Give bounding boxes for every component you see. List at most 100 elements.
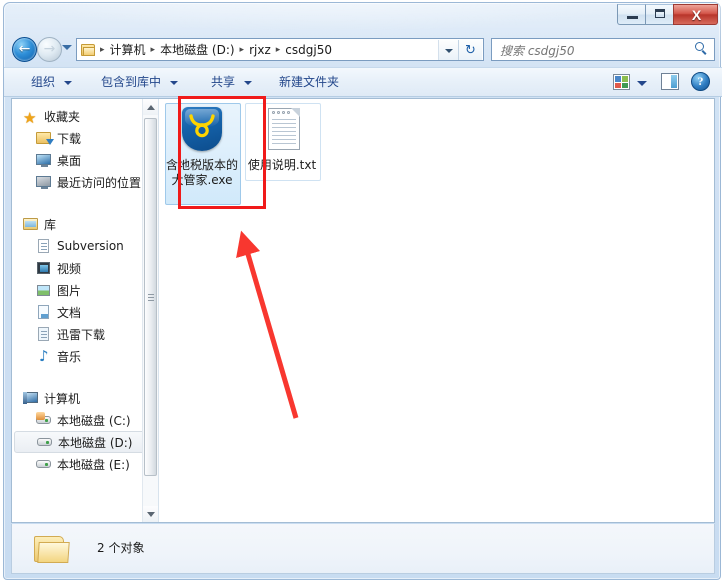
- toolbar-include-label: 包含到库中: [101, 75, 162, 89]
- sidebar-item-documents[interactable]: 文档: [12, 301, 158, 323]
- sidebar-label: 本地磁盘 (D:): [58, 435, 133, 450]
- downloads-folder-icon: [36, 130, 54, 146]
- breadcrumb-item-drive[interactable]: 本地磁盘 (D:): [156, 39, 238, 60]
- sidebar-item-computer[interactable]: 计算机: [12, 387, 158, 409]
- refresh-icon[interactable]: ↻: [458, 40, 482, 60]
- star-icon: ★: [23, 109, 37, 127]
- file-name-label: 使用说明.txt: [247, 158, 317, 172]
- sidebar-label: 收藏夹: [44, 109, 81, 124]
- sidebar-group-favorites: ★ 收藏夹 下载 桌面 最近访问的位置: [12, 105, 158, 193]
- maximize-button[interactable]: [645, 4, 674, 25]
- window-controls: X: [617, 4, 718, 25]
- preview-pane-icon[interactable]: [661, 73, 679, 90]
- search-input[interactable]: [498, 41, 692, 60]
- search-box[interactable]: [491, 38, 715, 61]
- sidebar-label: 文档: [57, 305, 82, 320]
- address-dropdown-icon[interactable]: [438, 40, 458, 60]
- sidebar-item-desktop[interactable]: 桌面: [12, 149, 158, 171]
- breadcrumb-item-computer[interactable]: 计算机: [106, 39, 150, 60]
- forward-arrow-icon: →: [43, 41, 56, 57]
- toolbar-share-label: 共享: [211, 75, 236, 89]
- breadcrumb-item-csdgj50[interactable]: csdgj50: [281, 41, 336, 59]
- address-bar[interactable]: ▸ 计算机 ▸ 本地磁盘 (D:) ▸ rjxz ▸ csdgj50 ↻: [76, 38, 484, 61]
- sidebar-item-downloads[interactable]: 下载: [12, 127, 158, 149]
- chevron-down-icon[interactable]: [637, 81, 647, 86]
- toolbar-include-in-library-button[interactable]: 包含到库中: [94, 68, 185, 96]
- toolbar-new-folder-button[interactable]: 新建文件夹: [272, 68, 346, 96]
- scroll-up-icon[interactable]: [143, 99, 158, 115]
- minimize-button[interactable]: [617, 4, 646, 25]
- sidebar-label: Subversion: [57, 239, 124, 253]
- toolbar-organize-button[interactable]: 组织: [24, 68, 79, 96]
- search-icon: [695, 42, 709, 56]
- sidebar-item-favorites[interactable]: ★ 收藏夹: [12, 105, 158, 127]
- chevron-down-icon: [63, 80, 72, 85]
- videos-icon: [36, 260, 52, 276]
- forward-button[interactable]: →: [37, 37, 62, 62]
- sidebar-item-drive-c[interactable]: 本地磁盘 (C:): [12, 409, 158, 431]
- sidebar-item-music[interactable]: ♪ 音乐: [12, 345, 158, 367]
- navigation-scrollbar[interactable]: [142, 99, 158, 522]
- file-item-txt[interactable]: 使用说明.txt: [246, 107, 318, 173]
- sidebar-item-pictures[interactable]: 图片: [12, 279, 158, 301]
- help-icon[interactable]: ?: [691, 72, 710, 91]
- file-name-label: 含地税版本的大管家.exe: [166, 158, 239, 187]
- chevron-down-icon: [169, 80, 178, 85]
- recent-places-icon: [36, 174, 52, 190]
- view-options-icon[interactable]: [613, 74, 630, 90]
- sidebar-label: 本地磁盘 (C:): [57, 413, 131, 428]
- music-icon: ♪: [39, 347, 49, 365]
- subversion-icon: [36, 238, 52, 254]
- scrollbar-thumb[interactable]: [144, 118, 157, 476]
- computer-icon: [23, 390, 39, 406]
- text-file-icon: [258, 107, 306, 155]
- file-item-exe[interactable]: 含地税版本的大管家.exe: [166, 107, 238, 188]
- sidebar-group-libraries: 库 Subversion 视频 图片 文档 迅雷下载 ♪ 音乐: [12, 213, 158, 367]
- toolbar: 组织 包含到库中 共享 新建文件夹 ?: [4, 67, 722, 97]
- sidebar-label: 本地磁盘 (E:): [57, 457, 130, 472]
- library-icon: [23, 216, 39, 232]
- back-arrow-icon: ←: [18, 41, 31, 57]
- desktop-icon: [36, 152, 52, 168]
- sidebar-label: 音乐: [57, 349, 82, 364]
- sidebar-item-drive-d[interactable]: 本地磁盘 (D:): [14, 431, 156, 453]
- status-item-count: 2 个对象: [97, 541, 145, 555]
- sidebar-label: 最近访问的位置: [57, 175, 142, 190]
- toolbar-new-folder-label: 新建文件夹: [279, 75, 340, 89]
- folder-icon: [34, 534, 70, 564]
- breadcrumb-item-rjxz[interactable]: rjxz: [245, 41, 275, 59]
- toolbar-share-button[interactable]: 共享: [204, 68, 259, 96]
- pictures-icon: [36, 282, 52, 298]
- bull-head-glyph: [189, 114, 215, 138]
- system-drive-icon: [36, 412, 52, 428]
- sidebar-item-recent-places[interactable]: 最近访问的位置: [12, 171, 158, 193]
- sidebar-item-libraries[interactable]: 库: [12, 213, 158, 235]
- sidebar-label: 图片: [57, 283, 82, 298]
- sidebar-item-drive-e[interactable]: 本地磁盘 (E:): [12, 453, 158, 475]
- sidebar-label: 计算机: [44, 391, 81, 406]
- drive-icon: [36, 456, 52, 472]
- pane-area: ★ 收藏夹 下载 桌面 最近访问的位置 库 Subversion 视频 图片 文…: [11, 98, 715, 523]
- folder-icon: [81, 43, 97, 57]
- back-button[interactable]: ←: [12, 37, 37, 62]
- address-row: ← → ▸ 计算机 ▸ 本地磁盘 (D:) ▸ rjxz ▸ csdgj50 ↻: [4, 33, 722, 67]
- scroll-down-icon[interactable]: [143, 506, 158, 522]
- documents-icon: [36, 304, 52, 320]
- file-list-pane[interactable]: 含地税版本的大管家.exe 使用说明.txt: [159, 99, 714, 522]
- sidebar-label: 迅雷下载: [57, 327, 106, 342]
- close-button[interactable]: X: [673, 4, 718, 25]
- chevron-down-icon: [243, 80, 252, 85]
- sidebar-item-thunder-download[interactable]: 迅雷下载: [12, 323, 158, 345]
- sidebar-label: 视频: [57, 261, 82, 276]
- title-bar: X: [4, 3, 722, 33]
- sidebar-label: 下载: [57, 131, 82, 146]
- history-dropdown-icon[interactable]: [62, 45, 72, 50]
- close-icon: X: [691, 7, 702, 23]
- sidebar-item-subversion[interactable]: Subversion: [12, 235, 158, 257]
- sidebar-item-videos[interactable]: 视频: [12, 257, 158, 279]
- sidebar-group-computer: 计算机 本地磁盘 (C:) 本地磁盘 (D:) 本地磁盘 (E:): [12, 387, 158, 475]
- sidebar-label: 桌面: [57, 153, 82, 168]
- thunder-download-icon: [36, 326, 52, 342]
